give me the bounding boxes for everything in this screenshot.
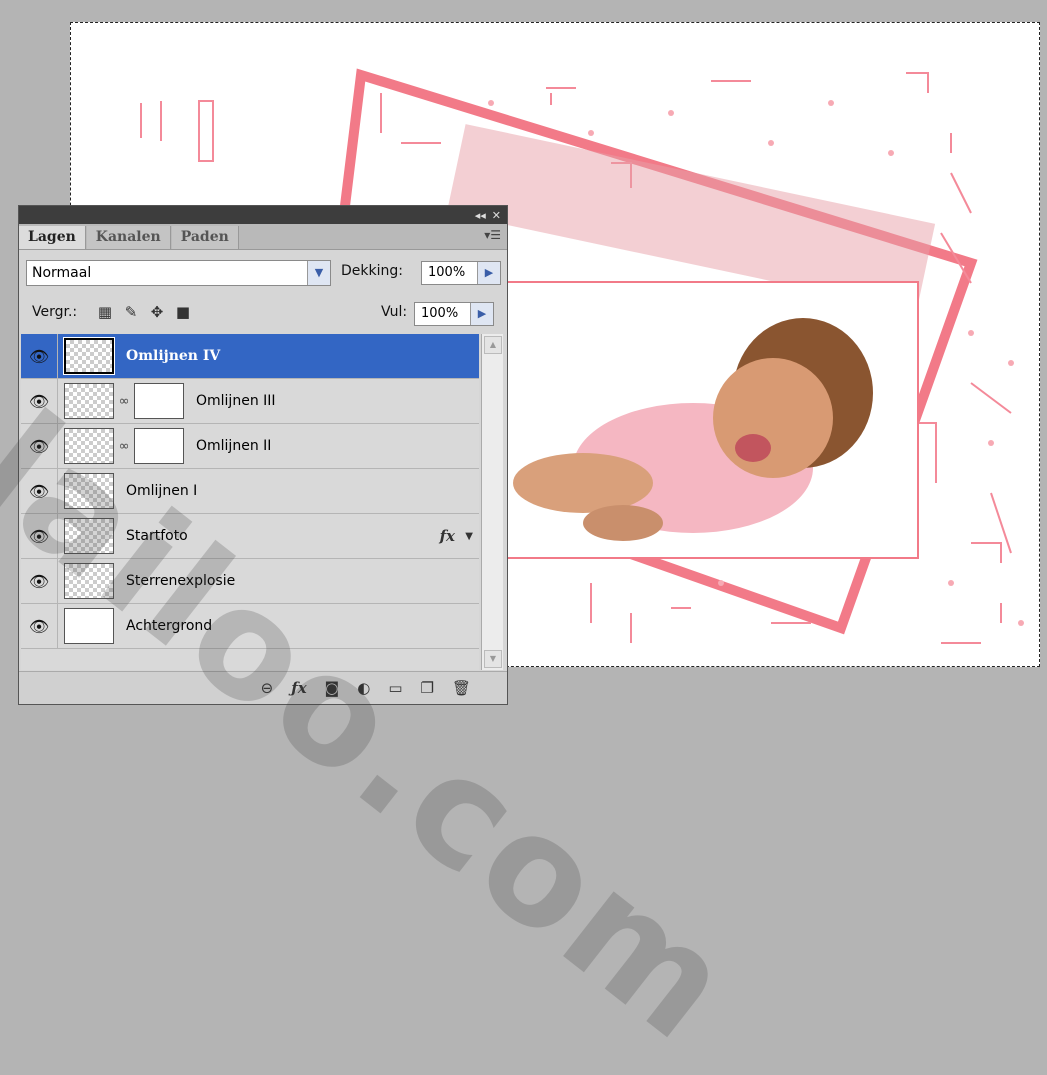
opacity-value: 100%	[428, 265, 466, 280]
visibility-eye-icon[interactable]: 👁	[21, 559, 58, 603]
layer-name: Omlijnen IV	[126, 348, 221, 364]
link-chain-icon[interactable]: ∞	[114, 394, 134, 409]
opacity-arrow-icon[interactable]: ▶	[477, 262, 500, 284]
fill-value: 100%	[421, 306, 459, 321]
lock-options: ▦ ✎ ✥ ■	[96, 303, 192, 321]
visibility-eye-icon[interactable]: 👁	[21, 334, 58, 378]
visibility-eye-icon[interactable]: 👁	[21, 469, 58, 513]
layer-thumbnail	[64, 473, 114, 509]
collapse-icon[interactable]: ◂◂	[475, 209, 486, 222]
blend-mode-select[interactable]: Normaal ▼	[26, 260, 331, 286]
blend-row: Normaal ▼ Dekking: 100% ▶	[26, 259, 502, 287]
layer-list: 👁 Omlijnen IV 👁 ∞ Omlijnen III 👁 ∞ Omlij…	[21, 334, 479, 670]
add-style-icon[interactable]: ƒx	[291, 679, 306, 697]
panel-titlebar[interactable]: ◂◂ ✕	[19, 206, 507, 224]
layer-row[interactable]: 👁 Sterrenexplosie	[21, 559, 479, 604]
layer-name: Startfoto	[126, 528, 188, 544]
fill-arrow-icon[interactable]: ▶	[470, 303, 493, 325]
tab-kanalen[interactable]: Kanalen	[86, 226, 171, 249]
scroll-down-icon[interactable]: ▼	[484, 650, 502, 668]
blend-mode-value: Normaal	[32, 265, 92, 281]
expand-effects-icon[interactable]: ▼	[465, 531, 473, 542]
lock-transparency-icon[interactable]: ▦	[96, 303, 114, 321]
layer-thumbnail	[64, 563, 114, 599]
visibility-eye-icon[interactable]: 👁	[21, 604, 58, 648]
layer-row[interactable]: 👁 ∞ Omlijnen II	[21, 424, 479, 469]
layer-thumbnail	[64, 608, 114, 644]
layer-name: Omlijnen II	[196, 438, 272, 454]
link-chain-icon[interactable]: ∞	[114, 439, 134, 454]
visibility-eye-icon[interactable]: 👁	[21, 514, 58, 558]
layer-name: Achtergrond	[126, 618, 213, 634]
layer-scrollbar[interactable]: ▲ ▼	[481, 334, 503, 670]
layer-effects-icon[interactable]: fx	[440, 527, 455, 545]
layer-row[interactable]: 👁 Omlijnen IV	[21, 334, 479, 379]
layer-row[interactable]: 👁 Omlijnen I	[21, 469, 479, 514]
lock-all-icon[interactable]: ■	[174, 303, 192, 321]
layer-thumbnail	[63, 337, 115, 375]
add-mask-icon[interactable]: ◙	[325, 679, 340, 697]
photo-startfoto	[501, 281, 919, 559]
lock-move-icon[interactable]: ✥	[148, 303, 166, 321]
layer-row[interactable]: 👁 Startfoto fx ▼	[21, 514, 479, 559]
lock-paint-icon[interactable]: ✎	[122, 303, 140, 321]
close-icon[interactable]: ✕	[492, 209, 501, 222]
layer-thumbnail	[64, 518, 114, 554]
layers-panel[interactable]: ◂◂ ✕ Lagen Kanalen Paden ▾☰ Normaal ▼ De…	[18, 205, 508, 705]
tab-paden[interactable]: Paden	[171, 226, 239, 249]
layer-mask-thumbnail[interactable]	[134, 383, 184, 419]
visibility-eye-icon[interactable]: 👁	[21, 379, 58, 423]
link-layers-icon[interactable]: ⊖	[261, 679, 274, 697]
delete-layer-icon[interactable]: 🗑	[452, 679, 471, 697]
visibility-eye-icon[interactable]: 👁	[21, 424, 58, 468]
layer-name: Sterrenexplosie	[126, 573, 236, 589]
fill-label: Vul:	[381, 304, 408, 320]
layer-thumbnail	[64, 428, 114, 464]
scroll-up-icon[interactable]: ▲	[484, 336, 502, 354]
opacity-label: Dekking:	[341, 263, 403, 279]
layer-name: Omlijnen I	[126, 483, 198, 499]
adjustment-layer-icon[interactable]: ◐	[357, 679, 370, 697]
layer-mask-thumbnail[interactable]	[134, 428, 184, 464]
layer-name: Omlijnen III	[196, 393, 276, 409]
new-layer-icon[interactable]: ❐	[421, 679, 434, 697]
layer-actions-bar: ⊖ ƒx ◙ ◐ ▭ ❐ 🗑	[19, 671, 507, 704]
layer-row[interactable]: 👁 Achtergrond	[21, 604, 479, 649]
lock-label: Vergr.:	[32, 304, 78, 320]
opacity-field[interactable]: 100% ▶	[421, 261, 501, 285]
panel-menu-icon[interactable]: ▾☰	[484, 228, 501, 242]
tab-lagen[interactable]: Lagen	[19, 226, 86, 249]
fill-field[interactable]: 100% ▶	[414, 302, 494, 326]
layer-row[interactable]: 👁 ∞ Omlijnen III	[21, 379, 479, 424]
layer-thumbnail	[64, 383, 114, 419]
new-group-icon[interactable]: ▭	[388, 679, 402, 697]
chevron-down-icon[interactable]: ▼	[307, 261, 330, 285]
panel-tabs: Lagen Kanalen Paden ▾☰	[19, 224, 507, 250]
